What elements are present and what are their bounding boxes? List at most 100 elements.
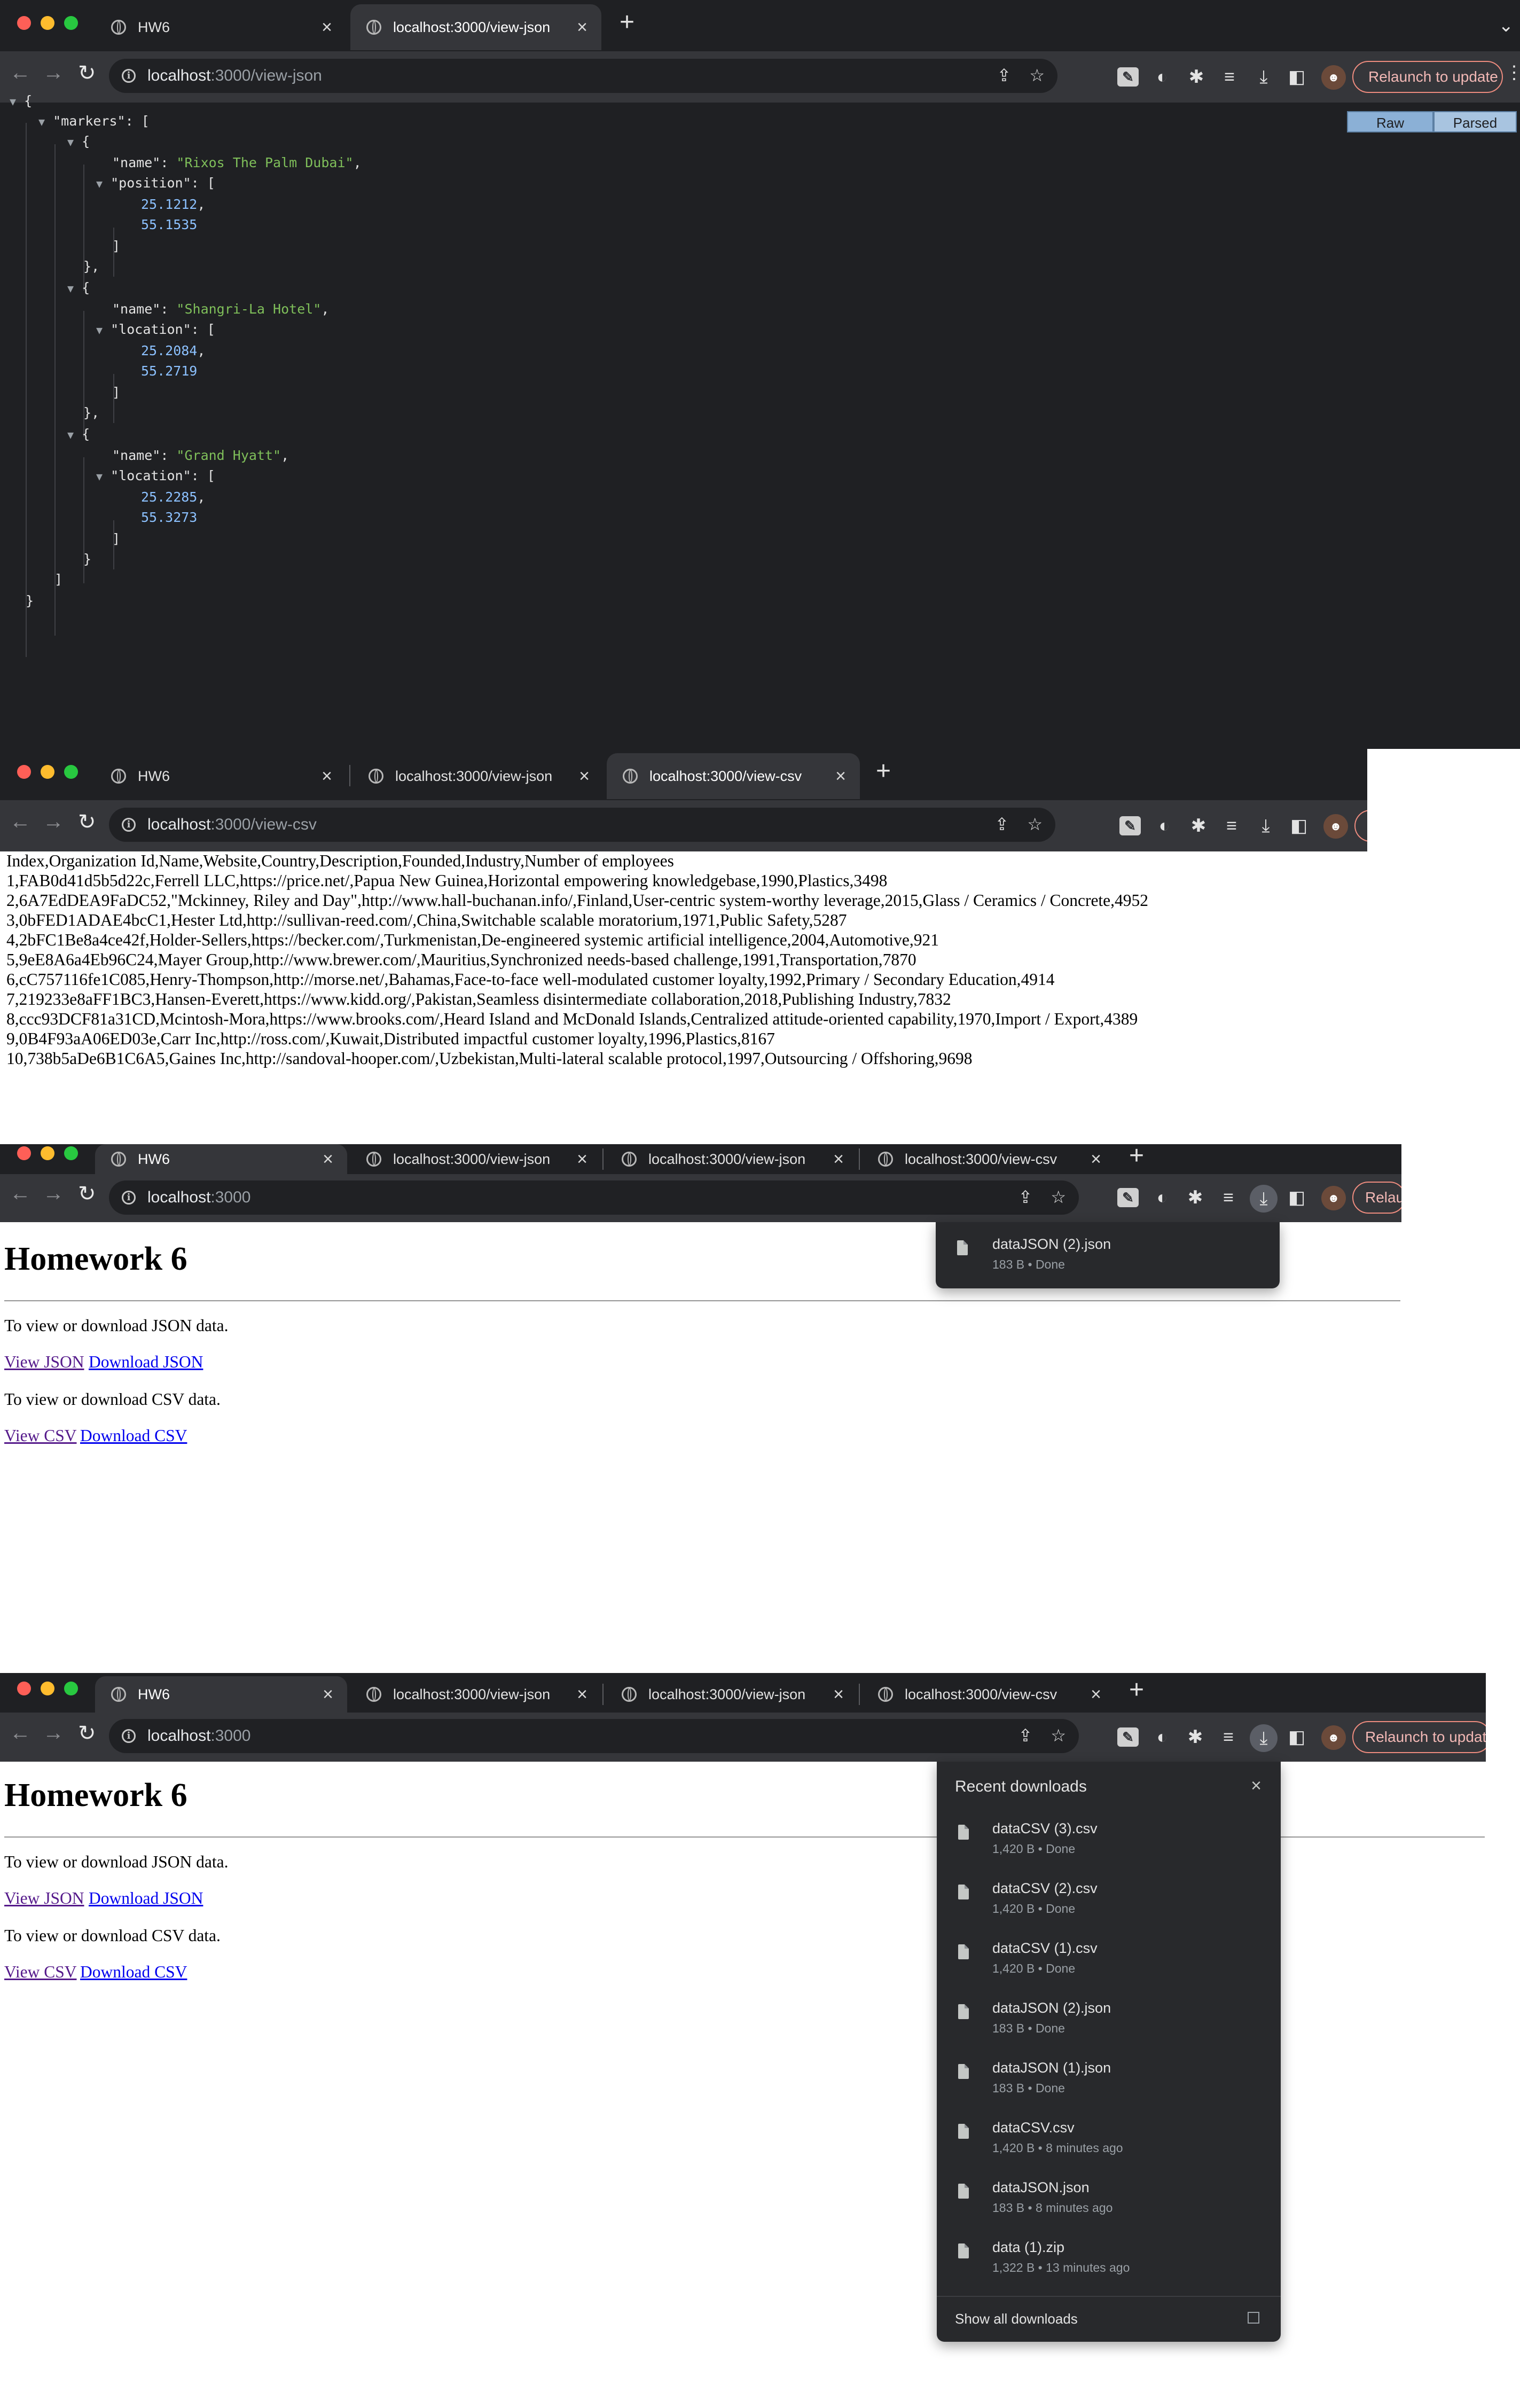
- side-panel-icon[interactable]: ◧: [1288, 816, 1310, 835]
- forward-button[interactable]: →: [43, 61, 64, 85]
- new-tab-button[interactable]: +: [1129, 1675, 1144, 1705]
- show-all-downloads-link[interactable]: Show all downloads: [955, 2311, 1078, 2327]
- minimize-window-button[interactable]: [41, 765, 54, 779]
- forward-button[interactable]: →: [43, 1721, 64, 1745]
- theme-icon[interactable]: ◐: [1151, 1188, 1173, 1207]
- tab-hw6[interactable]: HW6 ×: [95, 753, 346, 799]
- close-tab-icon[interactable]: ×: [1091, 1684, 1101, 1705]
- theme-icon[interactable]: ◐: [1151, 67, 1173, 87]
- collapse-triangle-icon[interactable]: ▼: [96, 324, 103, 337]
- extension-icon[interactable]: ✎: [1117, 1727, 1139, 1747]
- close-tab-icon[interactable]: ×: [579, 766, 590, 787]
- reading-list-icon[interactable]: ≡: [1218, 1188, 1239, 1207]
- maximize-window-button[interactable]: [64, 1682, 78, 1695]
- info-icon[interactable]: i: [122, 69, 136, 83]
- reload-button[interactable]: ↻: [78, 810, 96, 834]
- download-icon[interactable]: ⤓: [1255, 816, 1276, 835]
- reload-button[interactable]: ↻: [78, 1721, 96, 1746]
- close-tab-icon[interactable]: ×: [833, 1149, 844, 1170]
- info-icon[interactable]: i: [122, 1191, 136, 1205]
- reading-list-icon[interactable]: ≡: [1218, 1727, 1239, 1747]
- close-tab-icon[interactable]: ×: [833, 1684, 844, 1705]
- relaunch-button[interactable]: [1354, 810, 1367, 842]
- maximize-window-button[interactable]: [64, 16, 78, 30]
- view-json-link[interactable]: View JSON: [4, 1352, 84, 1372]
- tab-view-json[interactable]: localhost:3000/view-json ×: [350, 1144, 601, 1174]
- side-panel-icon[interactable]: ◧: [1286, 1727, 1307, 1747]
- back-button[interactable]: ←: [10, 1721, 31, 1745]
- extensions-puzzle-icon[interactable]: ✱: [1185, 1188, 1206, 1207]
- close-icon[interactable]: ×: [1251, 1776, 1262, 1796]
- reload-button[interactable]: ↻: [78, 61, 96, 85]
- open-external-icon[interactable]: [1248, 2312, 1259, 2324]
- address-bar[interactable]: i localhost:3000 ⇪ ☆: [109, 1180, 1079, 1215]
- maximize-window-button[interactable]: [64, 765, 78, 779]
- maximize-window-button[interactable]: [64, 1146, 78, 1160]
- download-icon[interactable]: ⤓: [1253, 67, 1274, 87]
- theme-icon[interactable]: ◐: [1151, 1727, 1173, 1747]
- download-item[interactable]: dataCSV (3).csv 1,420 B • Done: [937, 1815, 1281, 1875]
- minimize-window-button[interactable]: [41, 16, 54, 30]
- info-icon[interactable]: i: [122, 1729, 136, 1743]
- collapse-triangle-icon[interactable]: ▼: [38, 115, 45, 128]
- download-icon[interactable]: ⤓: [1250, 1724, 1278, 1752]
- address-bar[interactable]: i localhost:3000/view-csv ⇪ ☆: [109, 808, 1055, 842]
- more-menu-icon[interactable]: ⋮: [1505, 62, 1520, 83]
- minimize-window-button[interactable]: [41, 1682, 54, 1695]
- address-bar[interactable]: i localhost:3000/view-json ⇪ ☆: [109, 59, 1057, 93]
- download-item[interactable]: dataCSV.csv 1,420 B • 8 minutes ago: [937, 2114, 1281, 2174]
- share-icon[interactable]: ⇪: [997, 65, 1012, 85]
- close-window-button[interactable]: [17, 16, 31, 30]
- relaunch-button[interactable]: Relaunch to updat: [1352, 1721, 1486, 1753]
- download-json-link[interactable]: Download JSON: [89, 1889, 203, 1908]
- tab-view-json[interactable]: localhost:3000/view-json ×: [350, 1676, 601, 1713]
- minimize-window-button[interactable]: [41, 1146, 54, 1160]
- bookmark-star-icon[interactable]: ☆: [1029, 65, 1045, 85]
- side-panel-icon[interactable]: ◧: [1286, 67, 1307, 87]
- close-tab-icon[interactable]: ×: [1091, 1149, 1101, 1170]
- view-csv-link[interactable]: View CSV: [4, 1426, 77, 1445]
- profile-avatar[interactable]: ☻: [1323, 814, 1348, 839]
- close-tab-icon[interactable]: ×: [323, 1149, 333, 1170]
- close-tab-icon[interactable]: ×: [322, 17, 332, 38]
- close-window-button[interactable]: [17, 1146, 31, 1160]
- reload-button[interactable]: ↻: [78, 1182, 96, 1206]
- forward-button[interactable]: →: [43, 1182, 64, 1206]
- download-item[interactable]: dataCSV (1).csv 1,420 B • Done: [937, 1935, 1281, 1995]
- tab-hw6[interactable]: HW6 ×: [95, 1676, 347, 1713]
- address-bar[interactable]: i localhost:3000 ⇪ ☆: [109, 1719, 1079, 1753]
- download-item[interactable]: dataCSV (2).csv 1,420 B • Done: [937, 1875, 1281, 1935]
- bookmark-star-icon[interactable]: ☆: [1027, 814, 1043, 834]
- close-tab-icon[interactable]: ×: [835, 766, 846, 787]
- view-csv-link[interactable]: View CSV: [4, 1963, 77, 1982]
- extensions-puzzle-icon[interactable]: ✱: [1185, 1727, 1206, 1747]
- close-tab-icon[interactable]: ×: [577, 1684, 587, 1705]
- reading-list-icon[interactable]: ≡: [1221, 816, 1242, 835]
- relaunch-button[interactable]: Relaunch to update: [1352, 61, 1503, 93]
- share-icon[interactable]: ⇪: [1018, 1725, 1033, 1746]
- collapse-triangle-icon[interactable]: ▼: [67, 282, 74, 295]
- share-icon[interactable]: ⇪: [995, 814, 1009, 834]
- profile-avatar[interactable]: ☻: [1321, 65, 1346, 90]
- download-csv-link[interactable]: Download CSV: [80, 1426, 187, 1445]
- new-tab-button[interactable]: +: [876, 756, 891, 786]
- tab-view-json[interactable]: localhost:3000/view-json ×: [352, 753, 604, 799]
- close-window-button[interactable]: [17, 765, 31, 779]
- download-item[interactable]: data (1).zip 1,322 B • 13 minutes ago: [937, 2234, 1281, 2294]
- collapse-triangle-icon[interactable]: ▼: [96, 177, 103, 190]
- profile-avatar[interactable]: ☻: [1321, 1725, 1346, 1750]
- tab-search-chevron-icon[interactable]: ⌄: [1499, 15, 1514, 36]
- tab-view-json[interactable]: localhost:3000/view-json ×: [606, 1144, 858, 1174]
- close-tab-icon[interactable]: ×: [323, 1684, 333, 1705]
- new-tab-button[interactable]: +: [1129, 1144, 1144, 1170]
- tab-hw6[interactable]: HW6 ×: [95, 4, 346, 50]
- tab-view-json[interactable]: localhost:3000/view-json ×: [606, 1676, 858, 1713]
- back-button[interactable]: ←: [10, 1182, 31, 1206]
- forward-button[interactable]: →: [43, 810, 64, 834]
- download-item[interactable]: dataJSON.json 183 B • 8 minutes ago: [937, 2174, 1281, 2234]
- download-item[interactable]: dataJSON (2).json 183 B • Done: [936, 1231, 1280, 1291]
- download-json-link[interactable]: Download JSON: [89, 1352, 203, 1372]
- tab-view-csv[interactable]: localhost:3000/view-csv ×: [862, 1144, 1115, 1174]
- relaunch-button[interactable]: Relau: [1352, 1182, 1401, 1214]
- share-icon[interactable]: ⇪: [1018, 1187, 1033, 1207]
